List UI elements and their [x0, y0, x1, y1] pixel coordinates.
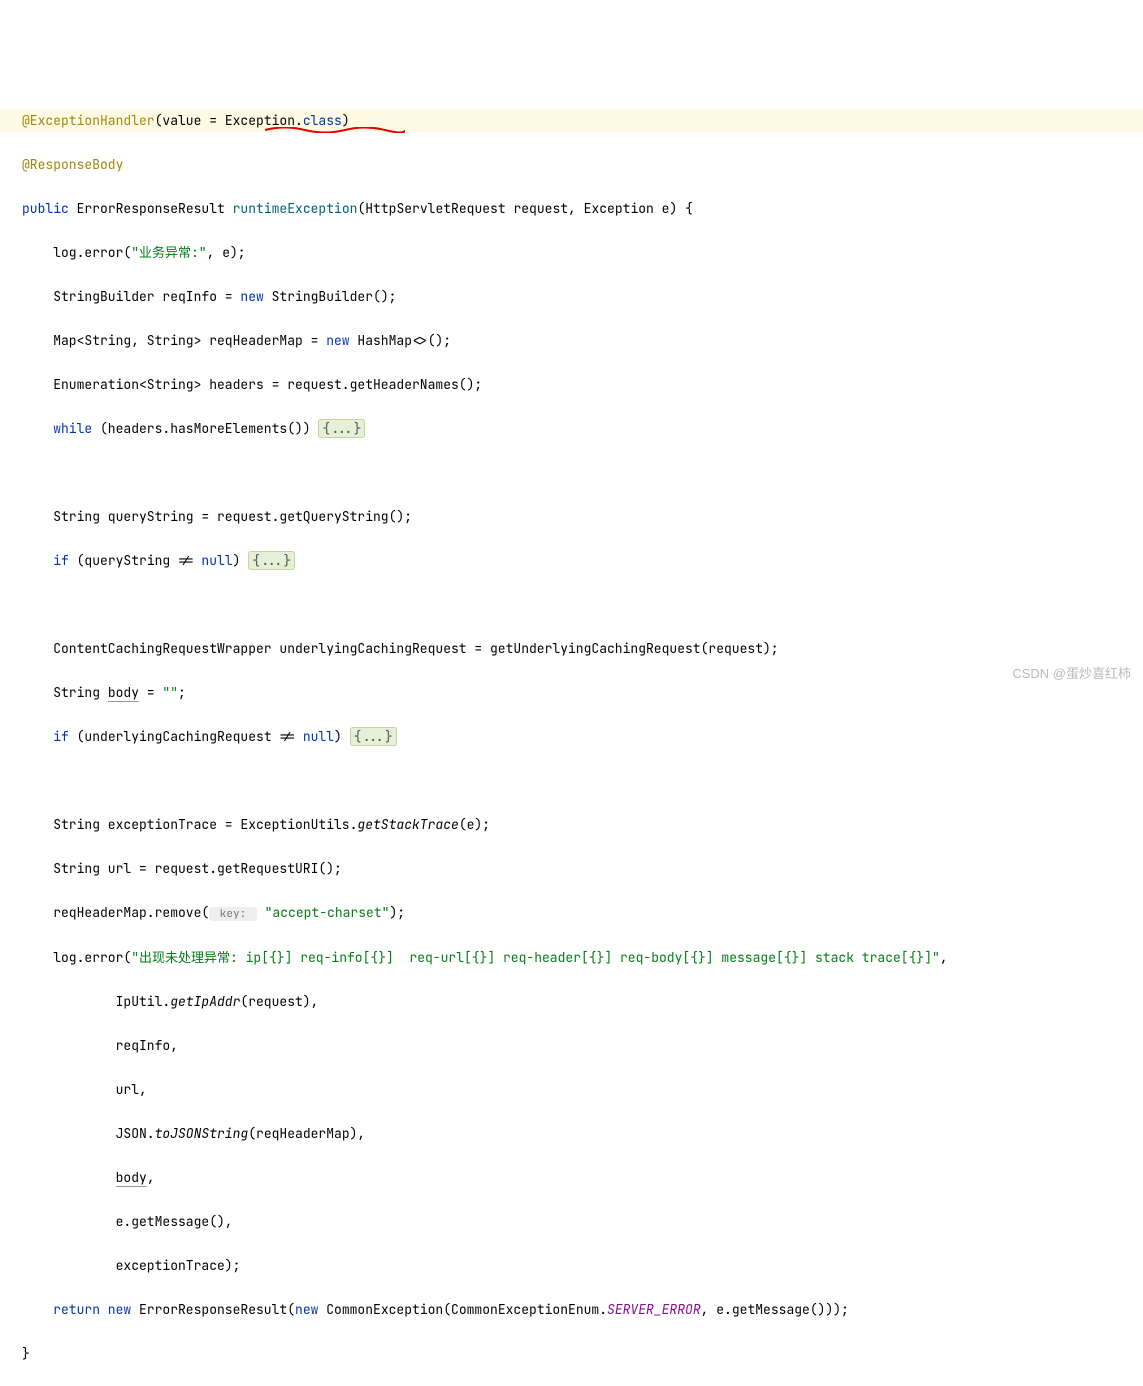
code-line: StringBuilder reqInfo = new StringBuilde…: [0, 286, 1143, 308]
static-method-call: toJSONString: [155, 1125, 249, 1142]
code-line: String url = request.getRequestURI();: [0, 858, 1143, 880]
code-line: String queryString = request.getQueryStr…: [0, 506, 1143, 528]
code-line: [0, 770, 1143, 792]
code-line: Enumeration<String> headers = request.ge…: [0, 374, 1143, 396]
code-line: ContentCachingRequestWrapper underlyingC…: [0, 638, 1143, 660]
code-line: @ExceptionHandler(value = Exception.clas…: [0, 110, 1143, 132]
code-line: String body = "";: [0, 682, 1143, 704]
watermark: CSDN @蛋炒喜红柿: [1012, 663, 1131, 685]
code-editor[interactable]: @ExceptionHandler(value = Exception.clas…: [0, 88, 1143, 1386]
code-line: if (underlyingCachingRequest != null) {.…: [0, 726, 1143, 748]
code-line: reqInfo,: [0, 1035, 1143, 1057]
folded-region[interactable]: {...}: [248, 551, 295, 570]
static-method-call: getStackTrace: [357, 816, 458, 833]
code-line: exceptionTrace);: [0, 1255, 1143, 1277]
code-line: [0, 462, 1143, 484]
variable-body: body: [108, 684, 139, 702]
code-line: }: [0, 1343, 1143, 1365]
enum-constant: SERVER_ERROR: [607, 1301, 701, 1318]
code-line: while (headers.hasMoreElements()) {...}: [0, 418, 1143, 440]
code-line: log.error("出现未处理异常: ip[{}] req-info[{}] …: [0, 947, 1143, 969]
annotation: @ExceptionHandler: [22, 112, 155, 129]
static-method-call: getIpAddr: [170, 993, 240, 1010]
code-line: e.getMessage(),: [0, 1211, 1143, 1233]
code-line: return new ErrorResponseResult(new Commo…: [0, 1299, 1143, 1321]
code-line: public ErrorResponseResult runtimeExcept…: [0, 198, 1143, 220]
code-line: if (queryString != null) {...}: [0, 550, 1143, 572]
code-line: Map<String, String> reqHeaderMap = new H…: [0, 330, 1143, 352]
code-line: log.error("业务异常:", e);: [0, 242, 1143, 264]
code-line: IpUtil.getIpAddr(request),: [0, 991, 1143, 1013]
folded-region[interactable]: {...}: [318, 419, 365, 438]
code-line: reqHeaderMap.remove( key: "accept-charse…: [0, 902, 1143, 925]
code-line: body,: [0, 1167, 1143, 1189]
code-line: url,: [0, 1079, 1143, 1101]
string-literal: "业务异常:": [131, 244, 206, 261]
code-line: @ResponseBody: [0, 154, 1143, 176]
code-line: JSON.toJSONString(reqHeaderMap),: [0, 1123, 1143, 1145]
folded-region[interactable]: {...}: [350, 727, 397, 746]
variable-body: body: [116, 1169, 147, 1187]
method-declaration: runtimeException: [233, 200, 358, 217]
parameter-hint: key:: [209, 907, 257, 921]
annotation: @ResponseBody: [22, 156, 123, 173]
string-literal: "出现未处理异常: ip[{}] req-info[{}] req-url[{}…: [131, 949, 940, 966]
code-line: [0, 594, 1143, 616]
code-line: String exceptionTrace = ExceptionUtils.g…: [0, 814, 1143, 836]
